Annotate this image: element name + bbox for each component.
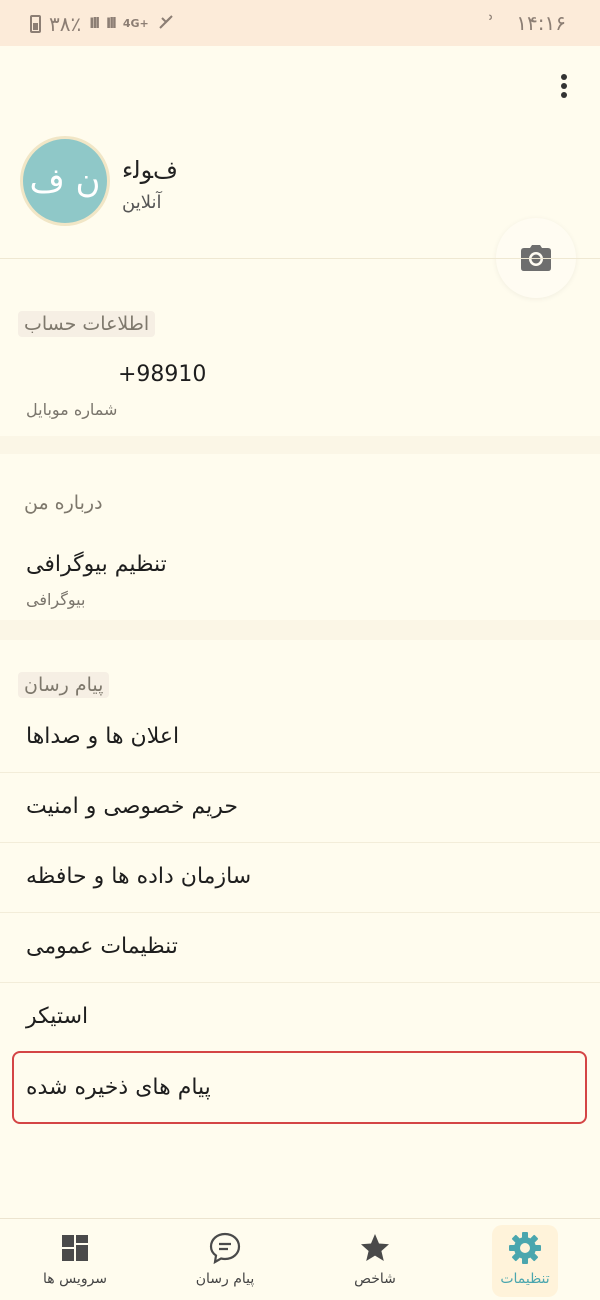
- signal-icon-2: Ill: [106, 16, 117, 32]
- status-right: ʾ ۱۴:۱۶: [488, 11, 566, 35]
- nav-label: ﺗﻨﻈﯿﻤﺎﺕ: [500, 1271, 550, 1287]
- phone-number[interactable]: +98910: [118, 362, 206, 387]
- row-divider: [0, 772, 600, 773]
- saved-messages-highlight: [12, 1051, 587, 1124]
- chat-bubble-icon: [209, 1232, 241, 1265]
- data-off-icon: [157, 12, 175, 36]
- messenger-section-title: ﭘﯿﺎﻡ ﺭﺳﺎﻥ: [18, 672, 110, 698]
- header-divider: [0, 258, 600, 259]
- about-me-title: ﺩﺭﺑﺎﺭﻩ ﻣﻦ: [24, 492, 103, 514]
- status-left: ۳۸٪ Ill Ill 4G+: [30, 12, 175, 36]
- status-glyph: ʾ: [488, 11, 495, 35]
- nav-label: ﭘﯿﺎﻡ ﺭﺳﺎﻥ: [195, 1271, 255, 1287]
- nav-favorites[interactable]: ﺷﺎﺧﺺ: [300, 1219, 450, 1300]
- nav-messenger[interactable]: ﭘﯿﺎﻡ ﺭﺳﺎﻥ: [150, 1219, 300, 1300]
- general-settings-item[interactable]: ﺗﻨﻈﯿﻤﺎﺕ ﻋﻤﻮﻣﯽ: [26, 934, 178, 959]
- user-name: ﻑﻮﻟﺀ: [122, 156, 178, 184]
- avatar[interactable]: ﻥ ﻑ: [20, 136, 110, 226]
- nav-services[interactable]: ﺳﺮﻭﯾﺲ ﻫﺎ: [0, 1219, 150, 1300]
- row-divider: [0, 842, 600, 843]
- bottom-navigation: ﺳﺮﻭﯾﺲ ﻫﺎ ﭘﯿﺎﻡ ﺭﺳﺎﻥ ﺷﺎﺧﺺ ﺗﻨﻈﯿﻤﺎﺕ: [0, 1218, 600, 1300]
- clock: ۱۴:۱۶: [516, 11, 566, 35]
- grid-icon: [62, 1235, 88, 1261]
- phone-label: ﺷﻤﺎﺭﻩ ﻣﻮﺑﺎﯾﻞ: [26, 400, 118, 419]
- network-type: 4G+: [122, 17, 149, 30]
- section-gap-2: [0, 620, 600, 640]
- star-icon: [361, 1234, 389, 1261]
- profile-header: ﻥ ﻑ ﻑﻮﻟﺀ ﺁﻧﻼﯾﻦ: [0, 46, 600, 298]
- section-gap: [0, 436, 600, 454]
- user-status: ﺁﻧﻼﯾﻦ: [122, 192, 162, 213]
- privacy-security-item[interactable]: ﺣﺮﯾﻢ ﺧﺼﻮﺻﯽ ﻭ ﺍﻣﻨﯿﺖ: [26, 794, 238, 819]
- avatar-initials: ﻥ ﻑ: [29, 161, 101, 201]
- bio-value: ﺑﯿﻮﮔﺮﺍﻓﯽ: [26, 590, 86, 609]
- status-bar: ۳۸٪ Ill Ill 4G+ ʾ ۱۴:۱۶: [0, 0, 600, 46]
- battery-icon: [30, 15, 41, 33]
- row-divider: [0, 912, 600, 913]
- nav-label: ﺳﺮﻭﯾﺲ ﻫﺎ: [42, 1271, 108, 1287]
- sticker-item[interactable]: ﺍﺳﺘﯿﮑﺮ: [26, 1004, 88, 1029]
- more-options-icon[interactable]: [556, 74, 572, 104]
- battery-percent: ۳۸٪: [49, 12, 82, 36]
- data-storage-item[interactable]: ﺳﺎﺯﻣﺎﻥ ﺩﺍﺩﻩ ﻫﺎ ﻭ ﺣﺎﻓﻈﻪ: [26, 864, 251, 889]
- set-bio-item[interactable]: ﺗﻨﻈﯿﻢ ﺑﯿﻮﮔﺮﺍﻓﯽ: [26, 552, 167, 577]
- row-divider: [0, 982, 600, 983]
- nav-settings[interactable]: ﺗﻨﻈﯿﻤﺎﺕ: [450, 1219, 600, 1300]
- signal-icon: Ill: [89, 16, 100, 32]
- account-info-title: ﺍﻃﻼﻋﺎﺕ ﺣﺴﺎﺏ: [18, 311, 156, 337]
- gear-icon: [509, 1232, 541, 1264]
- notifications-sounds-item[interactable]: ﺍﻋﻼﻥ ﻫﺎ ﻭ ﺻﺪﺍﻫﺎ: [26, 724, 179, 749]
- nav-label: ﺷﺎﺧﺺ: [354, 1271, 396, 1287]
